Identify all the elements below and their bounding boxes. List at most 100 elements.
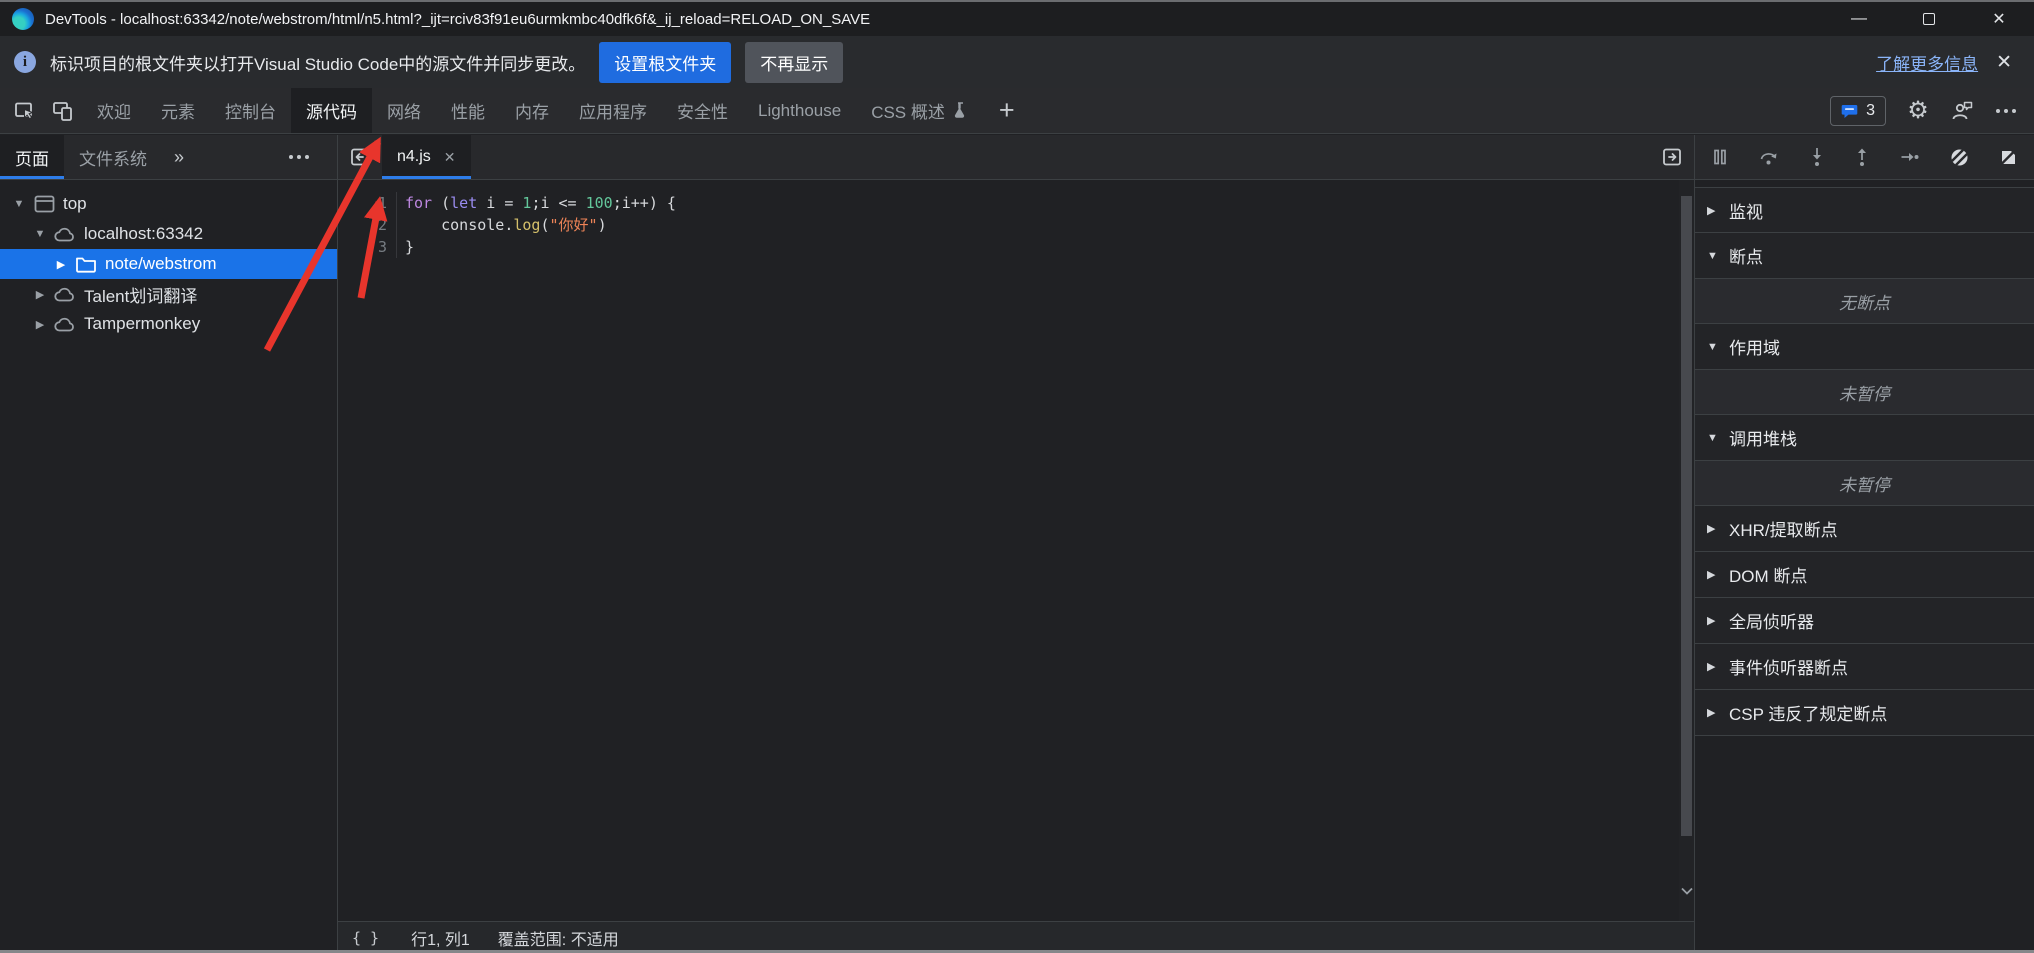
cloud-icon	[53, 316, 77, 333]
tab-sources[interactable]: 源代码	[291, 88, 372, 133]
tab-application[interactable]: 应用程序	[564, 88, 662, 133]
close-tab-icon[interactable]: ✕	[444, 149, 456, 166]
scrollbar-thumb[interactable]	[1681, 196, 1692, 836]
edge-logo-icon	[12, 8, 34, 30]
source-code[interactable]: 1for (let i = 1;i <= 100;i++) { 2 consol…	[338, 180, 1679, 921]
deactivate-breakpoints-icon[interactable]	[1950, 148, 1969, 167]
editor-tab-label: n4.js	[397, 148, 431, 166]
code-line-2: 2 console.log("你好")	[338, 214, 1679, 236]
code-area[interactable]: 1for (let i = 1;i <= 100;i++) { 2 consol…	[338, 180, 1694, 921]
section-csp-violation-breakpoints[interactable]: ▶ CSP 违反了规定断点	[1695, 690, 2034, 736]
pretty-print-icon[interactable]: { }	[348, 929, 383, 947]
tree-item-localhost[interactable]: ▼ localhost:63342	[0, 219, 337, 249]
dont-show-again-button[interactable]: 不再显示	[745, 42, 843, 83]
editor-scrollbar[interactable]	[1679, 180, 1694, 921]
step-into-icon[interactable]	[1809, 147, 1825, 167]
tab-elements[interactable]: 元素	[146, 88, 210, 133]
inspect-element-icon[interactable]	[6, 88, 44, 133]
chevron-expanded-icon[interactable]: ▼	[29, 228, 51, 240]
section-global-listeners[interactable]: ▶ 全局侦听器	[1695, 598, 2034, 644]
experiment-flask-icon	[953, 102, 968, 119]
section-watch[interactable]: ▶ 监视	[1695, 187, 2034, 233]
tab-lighthouse[interactable]: Lighthouse	[743, 88, 856, 133]
settings-gear-icon[interactable]: ⚙	[1896, 88, 1940, 133]
chevron-collapsed-icon[interactable]: ▶	[50, 258, 72, 271]
section-event-listener-breakpoints[interactable]: ▶ 事件侦听器断点	[1695, 644, 2034, 690]
device-toolbar-icon[interactable]	[44, 88, 82, 133]
infobar-message: 标识项目的根文件夹以打开Visual Studio Code中的源文件并同步更改…	[50, 50, 585, 75]
chevron-collapsed-icon: ▶	[1707, 568, 1729, 581]
step-over-icon[interactable]	[1759, 148, 1779, 166]
sidebar-tab-filesystem[interactable]: 文件系统	[64, 135, 162, 179]
debugger-panel: ▶ 监视 ▼ 断点 无断点 ▼ 作用域 未暂停 ▼ 调用堆栈 未暂停	[1694, 135, 2034, 953]
line-number: 3	[338, 236, 397, 258]
scope-empty-text: 未暂停	[1695, 370, 2034, 415]
tab-css-overview[interactable]: CSS 概述	[856, 88, 983, 133]
feedback-icon[interactable]	[1940, 88, 1984, 133]
step-out-icon[interactable]	[1854, 147, 1870, 167]
section-breakpoints[interactable]: ▼ 断点	[1695, 233, 2034, 279]
sidebar-tab-overflow-icon[interactable]: »	[162, 147, 196, 168]
toggle-debugger-sidebar-icon[interactable]	[1650, 135, 1694, 179]
tab-console[interactable]: 控制台	[210, 88, 291, 133]
infobar-close-icon[interactable]: ✕	[1992, 51, 2016, 74]
infobar: i 标识项目的根文件夹以打开Visual Studio Code中的源文件并同步…	[0, 36, 2034, 88]
section-dom-breakpoints[interactable]: ▶ DOM 断点	[1695, 552, 2034, 598]
pause-script-icon[interactable]	[1711, 148, 1729, 166]
cloud-icon	[53, 286, 77, 303]
tree-item-talent[interactable]: ▶ Talent划词翻译	[0, 279, 337, 309]
more-options-icon[interactable]	[1984, 88, 2028, 133]
section-scope[interactable]: ▼ 作用域	[1695, 324, 2034, 370]
tab-performance[interactable]: 性能	[436, 88, 500, 133]
more-tabs-button[interactable]: +	[983, 88, 1031, 133]
title-bar: DevTools - localhost:63342/note/webstrom…	[0, 2, 2034, 36]
main-area: 页面 文件系统 » ▼ top ▼ localh	[0, 135, 2034, 953]
hide-navigator-icon[interactable]	[338, 135, 382, 179]
pause-on-exceptions-icon[interactable]	[1999, 148, 2018, 167]
section-label: CSP 违反了规定断点	[1729, 700, 1887, 725]
issues-badge[interactable]: 3	[1830, 96, 1886, 126]
scroll-down-icon[interactable]	[1679, 887, 1694, 895]
tabbar-spacer	[1031, 88, 1830, 133]
tree-item-label: Talent划词翻译	[84, 282, 197, 307]
info-icon: i	[14, 51, 36, 73]
main-tab-bar: 欢迎 元素 控制台 源代码 网络 性能 内存 应用程序 安全性 Lighthou…	[0, 88, 2034, 134]
chevron-collapsed-icon: ▶	[1707, 660, 1729, 673]
message-bubble-icon	[1841, 103, 1858, 119]
chevron-collapsed-icon: ▶	[1707, 706, 1729, 719]
section-label: DOM 断点	[1729, 562, 1807, 587]
step-icon[interactable]	[1900, 149, 1920, 165]
maximize-button[interactable]	[1894, 2, 1964, 36]
chevron-expanded-icon: ▼	[1707, 341, 1729, 353]
editor-tab-n4js[interactable]: n4.js ✕	[382, 135, 471, 179]
tree-item-label: top	[63, 194, 87, 214]
section-xhr-breakpoints[interactable]: ▶ XHR/提取断点	[1695, 506, 2034, 552]
sidebar-tab-page[interactable]: 页面	[0, 135, 64, 179]
chevron-collapsed-icon[interactable]: ▶	[29, 318, 51, 331]
minimize-button[interactable]: —	[1824, 2, 1894, 36]
editor-tab-bar: n4.js ✕	[338, 135, 1694, 180]
sidebar-more-options-icon[interactable]	[277, 155, 321, 159]
tab-security[interactable]: 安全性	[662, 88, 743, 133]
tree-item-tampermonkey[interactable]: ▶ Tampermonkey	[0, 309, 337, 339]
tab-welcome[interactable]: 欢迎	[82, 88, 146, 133]
section-call-stack[interactable]: ▼ 调用堆栈	[1695, 415, 2034, 461]
section-label: XHR/提取断点	[1729, 516, 1838, 541]
issues-count: 3	[1866, 102, 1875, 120]
chevron-collapsed-icon[interactable]: ▶	[29, 288, 51, 301]
line-number: 2	[338, 214, 397, 236]
close-window-button[interactable]: ✕	[1964, 2, 2034, 36]
chevron-collapsed-icon: ▶	[1707, 522, 1729, 535]
tab-memory[interactable]: 内存	[500, 88, 564, 133]
editor-pane: n4.js ✕ 1for (let i = 1;i <= 100;i++) { …	[338, 135, 1694, 953]
cursor-position: 行1, 列1	[411, 926, 470, 950]
tab-network[interactable]: 网络	[372, 88, 436, 133]
tree-item-label: localhost:63342	[84, 224, 203, 244]
section-label: 全局侦听器	[1729, 608, 1814, 633]
tree-item-top[interactable]: ▼ top	[0, 189, 337, 219]
set-root-folder-button[interactable]: 设置根文件夹	[599, 42, 731, 83]
learn-more-link[interactable]: 了解更多信息	[1876, 50, 1978, 75]
chevron-expanded-icon[interactable]: ▼	[8, 198, 30, 210]
maximize-icon	[1923, 13, 1935, 25]
tree-item-note-webstrom[interactable]: ▶ note/webstrom	[0, 249, 337, 279]
